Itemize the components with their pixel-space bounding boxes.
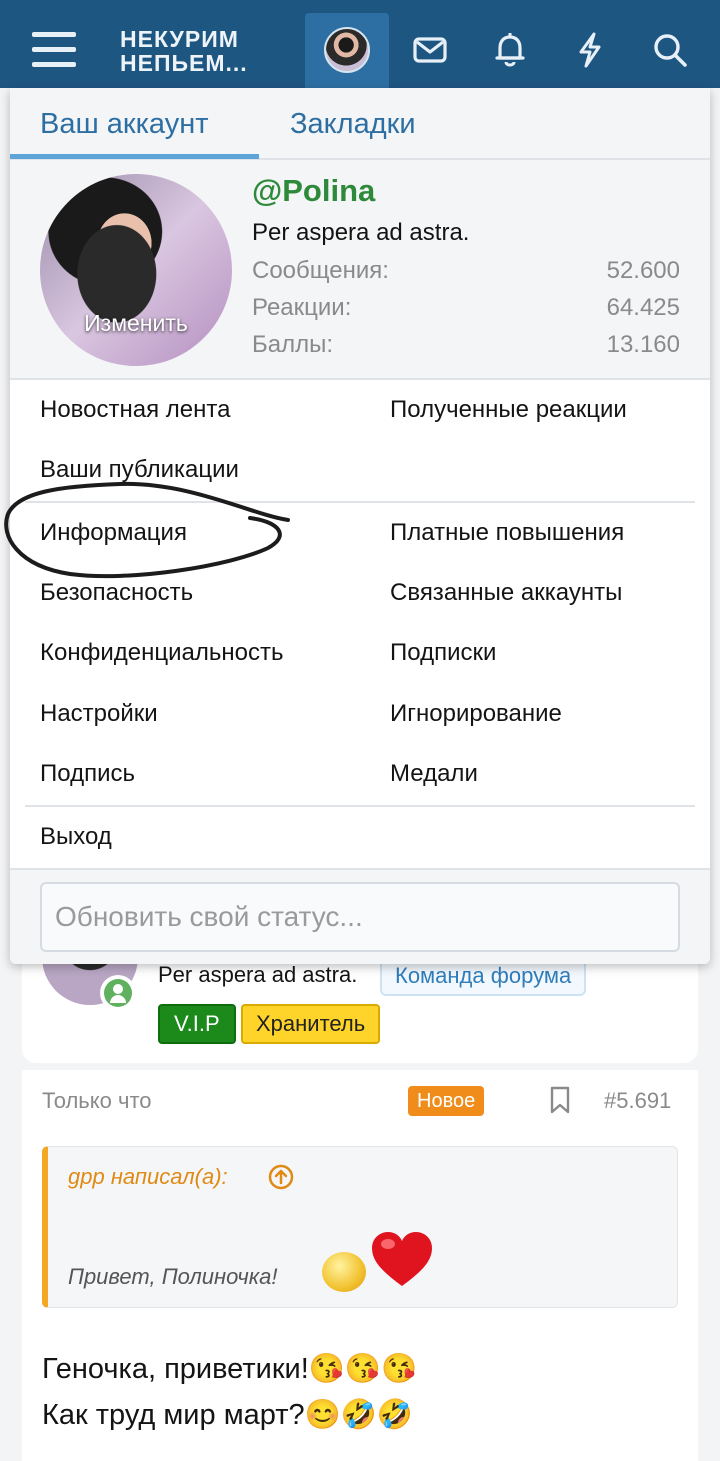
post-message-line-2: Как труд мир март?😊🤣🤣	[42, 1399, 413, 1431]
menu-link-settings[interactable]: Настройки	[40, 700, 158, 728]
stat-label-messages: Сообщения:	[252, 257, 389, 284]
stat-label-reactions: Реакции:	[252, 294, 352, 321]
menu-link-information[interactable]: Информация	[40, 519, 187, 547]
menu-link-subscriptions[interactable]: Подписки	[390, 639, 496, 667]
menu-icon[interactable]	[30, 30, 78, 70]
menu-link-logout[interactable]: Выход	[40, 823, 112, 851]
smiley-emoji-icon	[322, 1252, 366, 1292]
post-message: Геночка, приветики!😘😘😘 Как труд мир март…	[42, 1346, 417, 1438]
account-menu-toggle[interactable]	[305, 13, 389, 93]
menu-link-paid-upgrades[interactable]: Платные повышения	[390, 519, 624, 547]
logo-line-1: НЕКУРИМ	[120, 26, 239, 52]
quote-author[interactable]: gpp написал(а):	[68, 1164, 228, 1190]
site-logo[interactable]: НЕКУРИМ НЕПЬЕМ...	[120, 27, 248, 75]
quote-text: Привет, Полиночка!	[68, 1264, 278, 1289]
user-title: Per aspera ad astra.	[252, 219, 470, 246]
avatar-edit-link[interactable]: Изменить	[40, 310, 232, 337]
menu-link-your-posts[interactable]: Ваши публикации	[40, 456, 239, 484]
status-input[interactable]	[40, 882, 680, 952]
post-message-line-1: Геночка, приветики!😘😘😘	[42, 1353, 418, 1385]
menu-link-connected-accounts[interactable]: Связанные аккаунты	[390, 579, 622, 607]
menu-link-signature[interactable]: Подпись	[40, 760, 135, 788]
menu-link-received-reactions[interactable]: Полученные реакции	[390, 396, 627, 424]
envelope-icon[interactable]	[410, 30, 450, 70]
post-author-title: Per aspera ad astra.	[158, 962, 358, 987]
vip-badge: V.I.P	[158, 1004, 236, 1044]
bell-icon[interactable]	[490, 30, 530, 70]
profile-avatar[interactable]	[40, 174, 232, 366]
stat-label-points: Баллы:	[252, 331, 334, 358]
stat-value-reactions: 64.425	[606, 294, 680, 321]
stat-value-points: 13.160	[606, 331, 680, 358]
bookmark-icon[interactable]	[548, 1086, 572, 1114]
lightning-icon[interactable]	[570, 30, 610, 70]
post-number[interactable]: #5.691	[604, 1088, 671, 1114]
menu-link-ignoring[interactable]: Игнорирование	[390, 700, 562, 728]
avatar	[324, 27, 370, 73]
online-status-icon	[100, 975, 136, 1011]
new-badge: Новое	[408, 1086, 485, 1116]
stat-value-messages: 52.600	[606, 257, 680, 284]
tab-your-account[interactable]: Ваш аккаунт	[40, 108, 209, 141]
username[interactable]: @Polina	[252, 173, 375, 209]
post-time[interactable]: Только что	[42, 1088, 152, 1114]
arrow-up-circle-icon[interactable]	[268, 1164, 294, 1190]
menu-link-medals[interactable]: Медали	[390, 760, 478, 788]
tab-bookmarks[interactable]: Закладки	[290, 108, 416, 141]
keeper-badge: Хранитель	[241, 1004, 381, 1044]
top-navigation-bar: НЕКУРИМ НЕПЬЕМ...	[0, 0, 720, 93]
search-icon[interactable]	[650, 30, 690, 70]
logo-line-2: НЕПЬЕМ...	[120, 50, 248, 76]
menu-link-security[interactable]: Безопасность	[40, 579, 193, 607]
heart-emoji-icon	[370, 1228, 434, 1292]
active-tab-indicator	[10, 154, 259, 159]
menu-link-privacy[interactable]: Конфиденциальность	[40, 639, 283, 667]
menu-link-news-feed[interactable]: Новостная лента	[40, 396, 230, 424]
menu-divider	[25, 805, 695, 807]
menu-divider	[25, 501, 695, 503]
